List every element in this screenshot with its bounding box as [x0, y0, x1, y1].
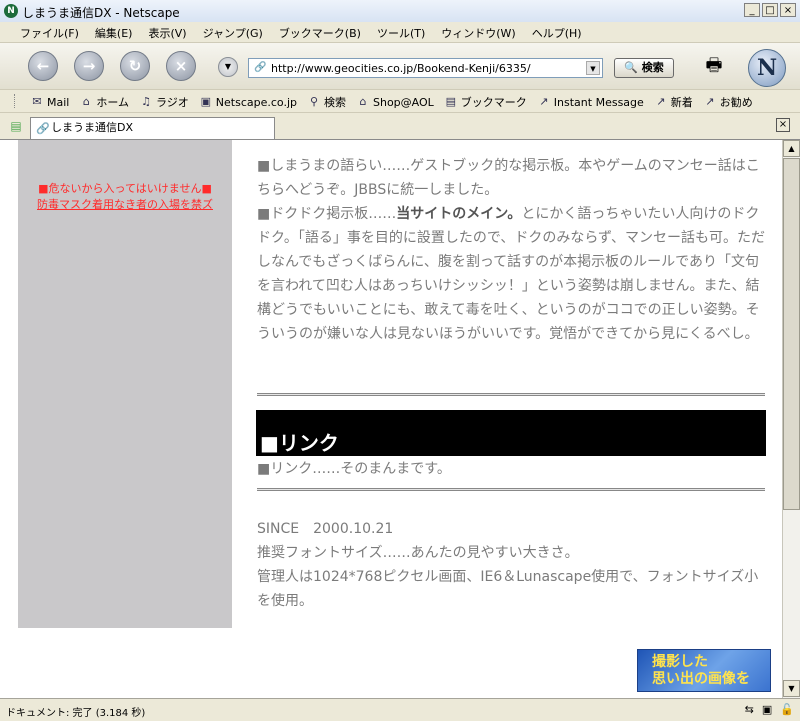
divider [257, 488, 765, 491]
url-bar[interactable]: 🔗 ▼ [248, 58, 603, 78]
print-icon[interactable]: 🖶 [700, 53, 728, 79]
window-controls: _ □ × [744, 3, 796, 17]
menu-tools[interactable]: ツール(T) [377, 25, 425, 41]
personal-item-recommend[interactable]: ↗ お勧め [703, 94, 753, 110]
bookmark-icon: ▤ [445, 95, 456, 108]
back-button[interactable]: ← [28, 51, 58, 81]
tab-page-icon: 🔗 [36, 122, 50, 135]
url-input[interactable] [271, 61, 583, 75]
personal-item-mail[interactable]: ✉ Mail [30, 94, 69, 110]
status-bar: ドキュメント: 完了 (3.184 秒) ⇆ ▣ 🔓 [0, 698, 800, 721]
connection-icon[interactable]: ⇆ [745, 703, 754, 716]
admin-environment-note: 管理人は1024*768ピクセル画面、IE6＆Lunascape使用で、フォント… [257, 569, 759, 609]
tab-title: しまうま通信DX [51, 121, 134, 134]
new-tab-icon[interactable]: ▤ [8, 118, 24, 134]
main-text: ■しまうまの語らい……ゲストブック的な掲示板。本やゲームのマンセー話はこちらへど… [257, 154, 769, 346]
close-tab-icon[interactable]: × [776, 118, 790, 132]
page-content: ■危ないから入ってはいけません■ 防毒マスク着用なき者の入場を禁ズ ■しまうまの… [0, 140, 782, 698]
reload-button[interactable]: ↻ [120, 51, 150, 81]
status-icons: ⇆ ▣ 🔓 [745, 703, 794, 716]
section-heading-links: ■リンク [256, 410, 766, 456]
url-dropdown-icon[interactable]: ▼ [586, 61, 600, 75]
search-icon: ⚲ [309, 95, 319, 108]
menu-bar: ファイル(F) 編集(E) 表示(V) ジャンプ(G) ブックマーク(B) ツー… [0, 22, 800, 43]
netscape-app-icon: N [4, 4, 18, 18]
minimize-button[interactable]: _ [744, 3, 760, 17]
personal-toolbar: ✉ Mail ⌂ ホーム ♫ ラジオ ▣ Netscape.co.jp ⚲ 検索 ⌂ Sho… [0, 90, 800, 113]
chevron-down-icon[interactable]: ▼ [218, 57, 238, 77]
site-info: SINCE 2000.10.21 推奨フォントサイズ……あんたの見やすい大きさ。… [257, 517, 769, 613]
sidebar: ■危ないから入ってはいけません■ 防毒マスク着用なき者の入場を禁ズ [18, 140, 232, 628]
dokudoku-description: ■ドクドク掲示板……当サイトのメイン。とにかく語っちゃいたい人向けのドクドク。「… [257, 206, 766, 342]
main-highlight: 当サイトのメイン。 [396, 206, 522, 222]
status-text: ドキュメント: 完了 (3.184 秒) [6, 708, 146, 719]
divider [257, 393, 765, 396]
recommend-icon: ↗ [705, 95, 715, 108]
stop-button[interactable]: × [166, 51, 196, 81]
scroll-thumb[interactable] [783, 158, 800, 510]
personal-item-im[interactable]: ↗ Instant Message [537, 94, 644, 110]
popup-icon[interactable]: ▣ [762, 703, 772, 716]
warning-line-1: ■危ないから入ってはいけません■ [38, 182, 212, 195]
new-icon: ↗ [656, 95, 666, 108]
scroll-down-icon[interactable]: ▼ [783, 680, 800, 697]
vertical-scrollbar[interactable]: ▲ ▼ [782, 140, 800, 698]
menu-bookmarks[interactable]: ブックマーク(B) [279, 25, 361, 41]
im-icon: ↗ [539, 95, 549, 108]
links-description[interactable]: ■リンク……そのまんまです。 [257, 458, 451, 478]
personal-item-home[interactable]: ⌂ ホーム [79, 94, 129, 110]
security-lock-icon[interactable]: 🔓 [780, 703, 794, 716]
personal-item-netscape[interactable]: ▣ Netscape.co.jp [199, 94, 297, 110]
shop-icon: ⌂ [359, 95, 367, 108]
menu-help[interactable]: ヘルプ(H) [532, 25, 582, 41]
ad-banner[interactable]: 撮影した 思い出の画像を [637, 649, 771, 692]
guestbook-description: ■しまうまの語らい……ゲストブック的な掲示板。本やゲームのマンセー話はこちらへど… [257, 158, 760, 198]
window-title: しまうま通信DX - Netscape [22, 6, 180, 20]
search-button[interactable]: 🔍 検索 [614, 58, 674, 78]
search-button-label: 検索 [641, 61, 664, 74]
menu-view[interactable]: 表示(V) [148, 25, 186, 41]
personal-item-bookmarks[interactable]: ▤ ブックマーク [444, 94, 527, 110]
personal-item-new[interactable]: ↗ 新着 [654, 94, 693, 110]
scroll-up-icon[interactable]: ▲ [783, 140, 800, 157]
mail-icon: ✉ [32, 95, 42, 108]
netscape-logo[interactable]: N [748, 49, 786, 87]
navigation-toolbar: ← → ↻ × ▼ 🔗 ▼ 🔍 検索 🖶 N [0, 43, 800, 90]
font-size-note: 推奨フォントサイズ……あんたの見やすい大きさ。 [257, 545, 579, 561]
radio-icon: ♫ [141, 95, 151, 108]
menu-go[interactable]: ジャンプ(G) [203, 25, 263, 41]
personal-item-search[interactable]: ⚲ 検索 [307, 94, 346, 110]
menu-edit[interactable]: 編集(E) [95, 25, 133, 41]
menu-window[interactable]: ウィンドウ(W) [441, 25, 515, 41]
toolbar-grip[interactable] [14, 94, 23, 108]
menu-file[interactable]: ファイル(F) [20, 25, 79, 41]
netscape-icon: ▣ [200, 95, 211, 108]
maximize-button[interactable]: □ [762, 3, 778, 17]
personal-item-shop[interactable]: ⌂ Shop@AOL [356, 94, 434, 110]
warning-notice: ■危ないから入ってはいけません■ 防毒マスク着用なき者の入場を禁ズ [18, 181, 232, 213]
page-icon: 🔗 [254, 62, 267, 73]
since-date: SINCE 2000.10.21 [257, 521, 394, 537]
personal-item-radio[interactable]: ♫ ラジオ [139, 94, 189, 110]
warning-link[interactable]: 防毒マスク着用なき者の入場を禁ズ [18, 197, 232, 213]
home-icon: ⌂ [82, 95, 90, 108]
close-button[interactable]: × [780, 3, 796, 17]
title-bar: N しまうま通信DX - Netscape _ □ × [0, 0, 800, 23]
tab-current[interactable]: 🔗 しまうま通信DX [30, 117, 275, 139]
forward-button[interactable]: → [74, 51, 104, 81]
